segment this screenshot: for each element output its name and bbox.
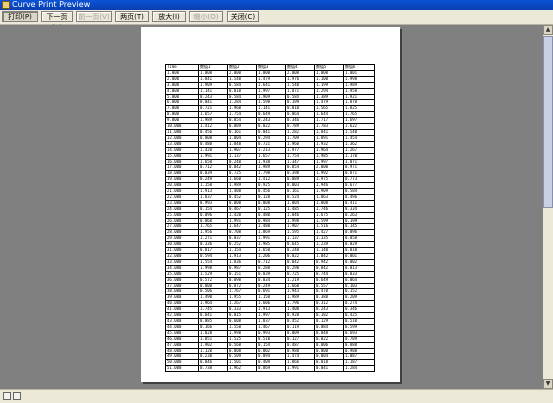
- table-row: 51.000 0.738 1.962 0.869 1.991 0.041 1.284: [165, 365, 375, 373]
- print-page: Time 数值1 数值2 数值3 数值4 数值5 数值6 1.000 1.008 2.000 1.…: [141, 27, 400, 382]
- table-body: 1.000 1.008 2.000 1.000 2.000 1.000 1.001 2.000…: [165, 69, 375, 373]
- scroll-up-arrow-icon[interactable]: ▲: [543, 25, 553, 35]
- app-icon: [2, 1, 10, 9]
- prev-page-button[interactable]: 前一页(V): [76, 11, 112, 22]
- zoom-out-button[interactable]: 缩小(O): [189, 11, 223, 22]
- title-bar: Curve Print Preview: [0, 0, 553, 10]
- settings-icon[interactable]: [3, 392, 11, 400]
- two-page-button[interactable]: 两页(T): [115, 11, 149, 22]
- scroll-thumb[interactable]: [543, 36, 553, 208]
- zoom-in-button[interactable]: 放大(I): [152, 11, 186, 22]
- scroll-down-arrow-icon[interactable]: ▼: [543, 379, 553, 389]
- table-cell: 1.991: [285, 365, 315, 373]
- next-page-button[interactable]: 下一页(N): [41, 11, 73, 32]
- data-table: Time 数值1 数值2 数值3 数值4 数值5 数值6 1.000 1.008 2.000 1.…: [165, 64, 375, 373]
- table-cell: 0.041: [314, 365, 344, 373]
- vertical-scrollbar[interactable]: ▲ ▼: [543, 25, 553, 389]
- status-bar: [0, 389, 553, 403]
- table-cell: 1.284: [343, 365, 375, 373]
- table-cell: 0.869: [256, 365, 286, 373]
- print-button[interactable]: 打印(P): [2, 11, 38, 22]
- table-cell: 1.962: [227, 365, 257, 373]
- table-cell: 51.000: [165, 365, 199, 373]
- gear-icon[interactable]: [13, 392, 21, 400]
- preview-area: Time 数值1 数值2 数值3 数值4 数值5 数值6 1.000 1.008 2.000 1.…: [0, 25, 543, 389]
- window-title: Curve Print Preview: [12, 0, 91, 9]
- close-button[interactable]: 关闭(C): [227, 11, 259, 22]
- table-cell: 0.738: [198, 365, 228, 373]
- toolbar: 打印(P) 下一页(N) 前一页(V) 两页(T) 放大(I) 缩小(O) 关闭…: [0, 10, 553, 32]
